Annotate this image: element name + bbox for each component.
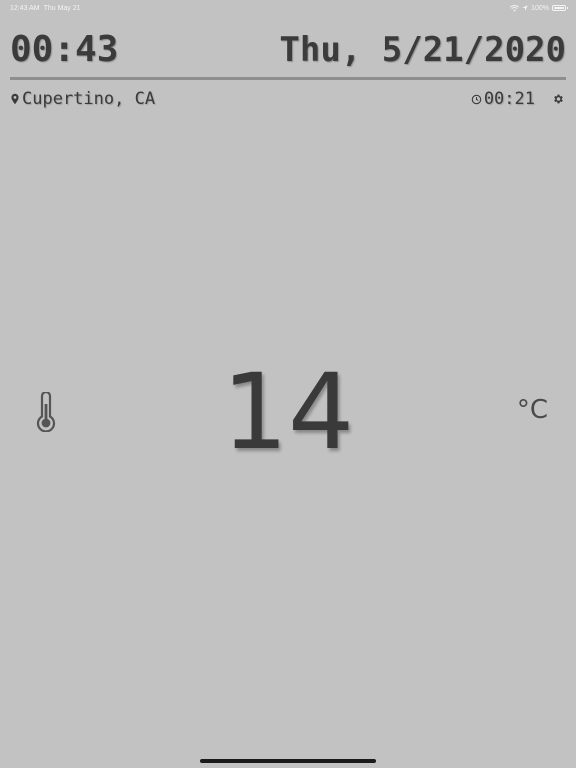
info-row: Cupertino, CA 00:21 [10, 88, 564, 110]
timer-value: 00:21 [483, 89, 535, 109]
clock-icon [471, 94, 482, 104]
home-indicator[interactable] [200, 759, 376, 763]
location[interactable]: Cupertino, CA [10, 89, 155, 109]
status-date: Thu May 21 [43, 4, 81, 12]
status-right: 100% [510, 4, 568, 12]
right-tools: 00:21 [471, 89, 564, 109]
status-time: 12:43 AM [10, 4, 40, 12]
timer[interactable]: 00:21 [471, 89, 535, 109]
settings-button[interactable] [552, 93, 564, 105]
gear-icon [554, 94, 563, 104]
location-name: Cupertino, CA [22, 89, 156, 109]
battery-percent: 100% [531, 4, 549, 12]
temperature-unit[interactable]: °C [517, 394, 548, 426]
wifi-icon [510, 4, 520, 12]
temperature-value: 14 [221, 351, 355, 473]
map-pin-icon [11, 93, 19, 105]
current-time: 00:43 [10, 29, 119, 70]
status-bar: 12:43 AM Thu May 21 100% [10, 2, 568, 14]
location-arrow-icon [522, 5, 528, 11]
header: 00:43 Thu, 5/21/2020 [10, 28, 566, 72]
battery-icon [552, 5, 568, 11]
current-date: Thu, 5/21/2020 [279, 30, 566, 70]
header-divider [10, 77, 566, 80]
status-left: 12:43 AM Thu May 21 [10, 5, 81, 12]
